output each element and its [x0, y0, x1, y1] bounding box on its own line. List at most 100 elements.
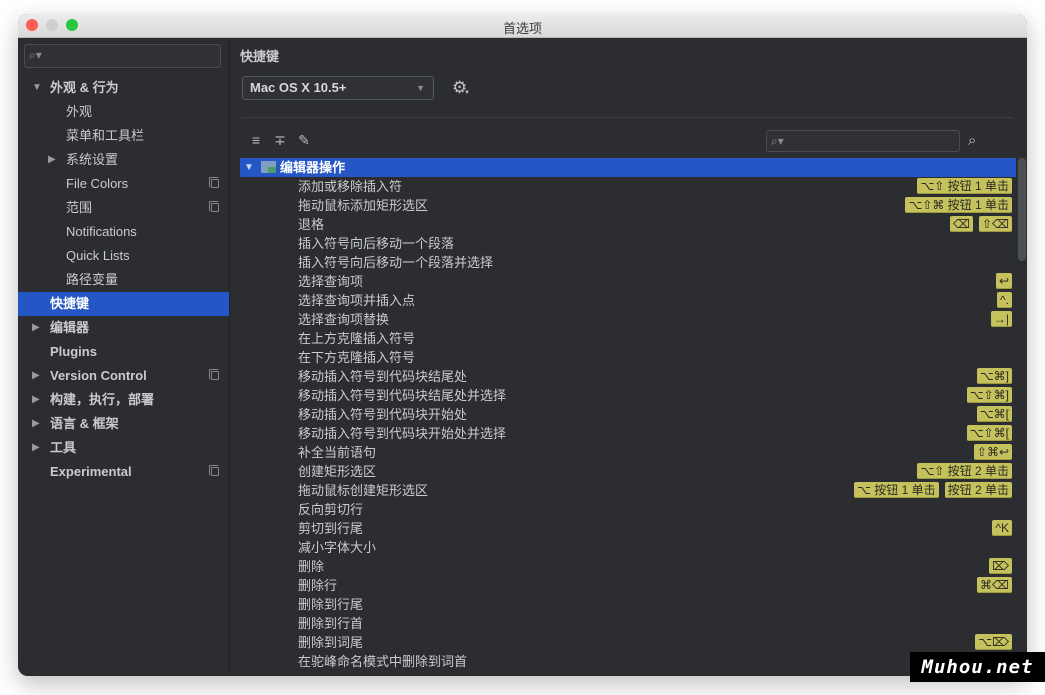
collapsed-arrow-icon[interactable]: ▶	[48, 148, 60, 172]
shortcut-list: ⌥⇧⌘[	[966, 425, 1012, 441]
action-row[interactable]: 移动插入符号到代码块结尾处 ⌥⌘]	[240, 367, 1016, 386]
sidebar-item[interactable]: 菜单和工具栏	[18, 124, 229, 148]
shortcut-list: ⌦	[989, 558, 1012, 574]
sidebar-item[interactable]: File Colors	[18, 172, 229, 196]
shortcut-list: ↩	[995, 273, 1012, 289]
watermark: Muhou.net	[910, 652, 1045, 682]
project-level-icon	[209, 177, 219, 188]
shortcut-badge: ⌥⇧ 按钮 2 单击	[917, 463, 1012, 479]
action-row[interactable]: 在下方克隆插入符号	[240, 348, 1016, 367]
action-label: 移动插入符号到代码块开始处并选择	[298, 426, 507, 441]
shortcut-badge: ⇧⌘↩	[973, 444, 1012, 460]
sidebar-item[interactable]: ▶ 构建，执行，部署	[18, 388, 229, 412]
action-row[interactable]: 插入符号向后移动一个段落	[240, 234, 1016, 253]
sidebar-item-label: 路径变量	[66, 272, 119, 287]
shortcut-badge: 按钮 2 单击	[944, 482, 1012, 498]
action-label: 剪切到行尾	[298, 521, 364, 536]
sidebar-item-label: Quick Lists	[66, 248, 130, 263]
action-label: 选择查询项并插入点	[298, 293, 416, 308]
action-row[interactable]: 删除到词尾 ⌥⌦	[240, 633, 1016, 652]
sidebar-item[interactable]: 路径变量	[18, 268, 229, 292]
action-row[interactable]: 减小字体大小	[240, 538, 1016, 557]
sidebar-item[interactable]: Experimental	[18, 460, 229, 484]
shortcut-list: ⌥⇧⌘]	[966, 387, 1012, 403]
dropdown-caret-icon: ▼	[464, 90, 470, 96]
sidebar-item[interactable]: ▼ 外观 & 行为	[18, 76, 229, 100]
collapsed-arrow-icon[interactable]: ▶	[32, 316, 44, 340]
action-row[interactable]: 反向剪切行	[240, 500, 1016, 519]
sidebar-item[interactable]: 快捷键	[18, 292, 229, 316]
collapsed-arrow-icon[interactable]: ▶	[32, 436, 44, 460]
action-label: 拖动鼠标创建矩形选区	[298, 483, 429, 498]
collapsed-arrow-icon[interactable]: ▶	[32, 388, 44, 412]
action-row[interactable]: 选择查询项替换 →|	[240, 310, 1016, 329]
group-row-editor-actions[interactable]: ▼ 编辑器操作	[240, 158, 1016, 177]
find-shortcut-icon[interactable]: ⌕	[968, 132, 976, 149]
action-list: ▼ 编辑器操作 添加或移除插入符 ⌥⇧ 按钮 1 单击 拖动鼠标添加矩形选区 ⌥⇧⌘ …	[240, 158, 1026, 676]
sidebar-item[interactable]: ▶ 语言 & 框架	[18, 412, 229, 436]
action-row[interactable]: 删除 ⌦	[240, 557, 1016, 576]
action-row[interactable]: 创建矩形选区 ⌥⇧ 按钮 2 单击	[240, 462, 1016, 481]
scrollbar[interactable]	[1017, 158, 1026, 676]
action-row[interactable]: 删除到行首	[240, 614, 1016, 633]
collapse-all-icon[interactable]: ∓	[272, 132, 288, 149]
sidebar-item-label: 范围	[66, 200, 93, 215]
action-row[interactable]: 退格 ⌫ ⇧⌫	[240, 215, 1016, 234]
action-label: 在下方克隆插入符号	[298, 350, 416, 365]
project-level-icon	[209, 369, 219, 380]
sidebar-item[interactable]: 范围	[18, 196, 229, 220]
action-row[interactable]: 选择查询项并插入点 ^.	[240, 291, 1016, 310]
action-row[interactable]: 删除到行尾	[240, 595, 1016, 614]
action-row[interactable]: 补全当前语句 ⇧⌘↩	[240, 443, 1016, 462]
expand-arrow-icon[interactable]: ▼	[244, 158, 254, 177]
action-row[interactable]: 在上方克隆插入符号	[240, 329, 1016, 348]
action-row[interactable]: 删除行 ⌘⌫	[240, 576, 1016, 595]
sidebar-item[interactable]: 外观	[18, 100, 229, 124]
shortcut-badge: ↩	[995, 273, 1012, 289]
action-row[interactable]: 添加或移除插入符 ⌥⇧ 按钮 1 单击	[240, 177, 1016, 196]
collapsed-arrow-icon[interactable]: ▶	[32, 412, 44, 436]
group-label: 编辑器操作	[280, 160, 346, 175]
shortcut-badge: ⌥⇧⌘ 按钮 1 单击	[905, 197, 1012, 213]
sidebar-item[interactable]: ▶ 编辑器	[18, 316, 229, 340]
expand-all-icon[interactable]: ≡	[248, 132, 264, 148]
action-row[interactable]: 选择查询项 ↩	[240, 272, 1016, 291]
action-row[interactable]: 移动插入符号到代码块开始处并选择 ⌥⇧⌘[	[240, 424, 1016, 443]
chevron-down-icon: ▼	[416, 83, 425, 93]
shortcut-list: ⌥⌦	[975, 634, 1012, 650]
action-row[interactable]: 在驼峰命名模式中删除到词首	[240, 652, 1016, 671]
action-label: 删除到行尾	[298, 597, 364, 612]
keymap-dropdown[interactable]: Mac OS X 10.5+ ▼	[242, 76, 434, 100]
action-label: 减小字体大小	[298, 540, 377, 555]
action-label: 退格	[298, 217, 325, 232]
expanded-arrow-icon[interactable]: ▼	[32, 76, 44, 100]
sidebar-item[interactable]: Notifications	[18, 220, 229, 244]
action-label: 反向剪切行	[298, 502, 364, 517]
sidebar-item[interactable]: ▶ 工具	[18, 436, 229, 460]
shortcut-list: ⌥⇧ 按钮 2 单击	[917, 463, 1012, 479]
scroll-thumb[interactable]	[1018, 158, 1026, 261]
sidebar-item[interactable]: Quick Lists	[18, 244, 229, 268]
shortcut-list: ⌥⌘[	[976, 406, 1012, 422]
action-row[interactable]: 剪切到行尾 ^K	[240, 519, 1016, 538]
action-row[interactable]: 移动插入符号到代码块结尾处并选择 ⌥⇧⌘]	[240, 386, 1016, 405]
action-row[interactable]: 移动插入符号到代码块开始处 ⌥⌘[	[240, 405, 1016, 424]
shortcut-list: →|	[990, 311, 1012, 327]
sidebar-item[interactable]: ▶ 系统设置	[18, 148, 229, 172]
collapsed-arrow-icon[interactable]: ▶	[32, 364, 44, 388]
keymap-panel: 快捷键 Mac OS X 10.5+ ▼ ⚙ ▼ ≡ ∓ ✎ ⌕▾ ⌕ ▼ 编辑…	[230, 38, 1027, 676]
sidebar-item[interactable]: ▶ Version Control	[18, 364, 229, 388]
shortcut-badge: ⌥⌘[	[976, 406, 1012, 422]
pencil-icon[interactable]: ✎	[296, 132, 312, 149]
sidebar-item[interactable]: Plugins	[18, 340, 229, 364]
action-row[interactable]: 拖动鼠标创建矩形选区 ⌥ 按钮 1 单击 按钮 2 单击	[240, 481, 1016, 500]
page-title: 快捷键	[240, 49, 280, 64]
action-row[interactable]: 插入符号向后移动一个段落并选择	[240, 253, 1016, 272]
action-row[interactable]: 拖动鼠标添加矩形选区 ⌥⇧⌘ 按钮 1 单击	[240, 196, 1016, 215]
settings-search-input[interactable]: ⌕▾	[24, 44, 221, 68]
shortcut-list: ^.	[997, 292, 1012, 308]
action-label: 选择查询项	[298, 274, 364, 289]
shortcut-list: ⌘⌫	[977, 577, 1012, 593]
settings-sidebar: ⌕▾ ▼ 外观 & 行为 外观 菜单和工具栏 ▶ 系统设置 File Colors 范围 Not…	[18, 38, 230, 676]
action-search-input[interactable]: ⌕▾	[766, 130, 960, 152]
